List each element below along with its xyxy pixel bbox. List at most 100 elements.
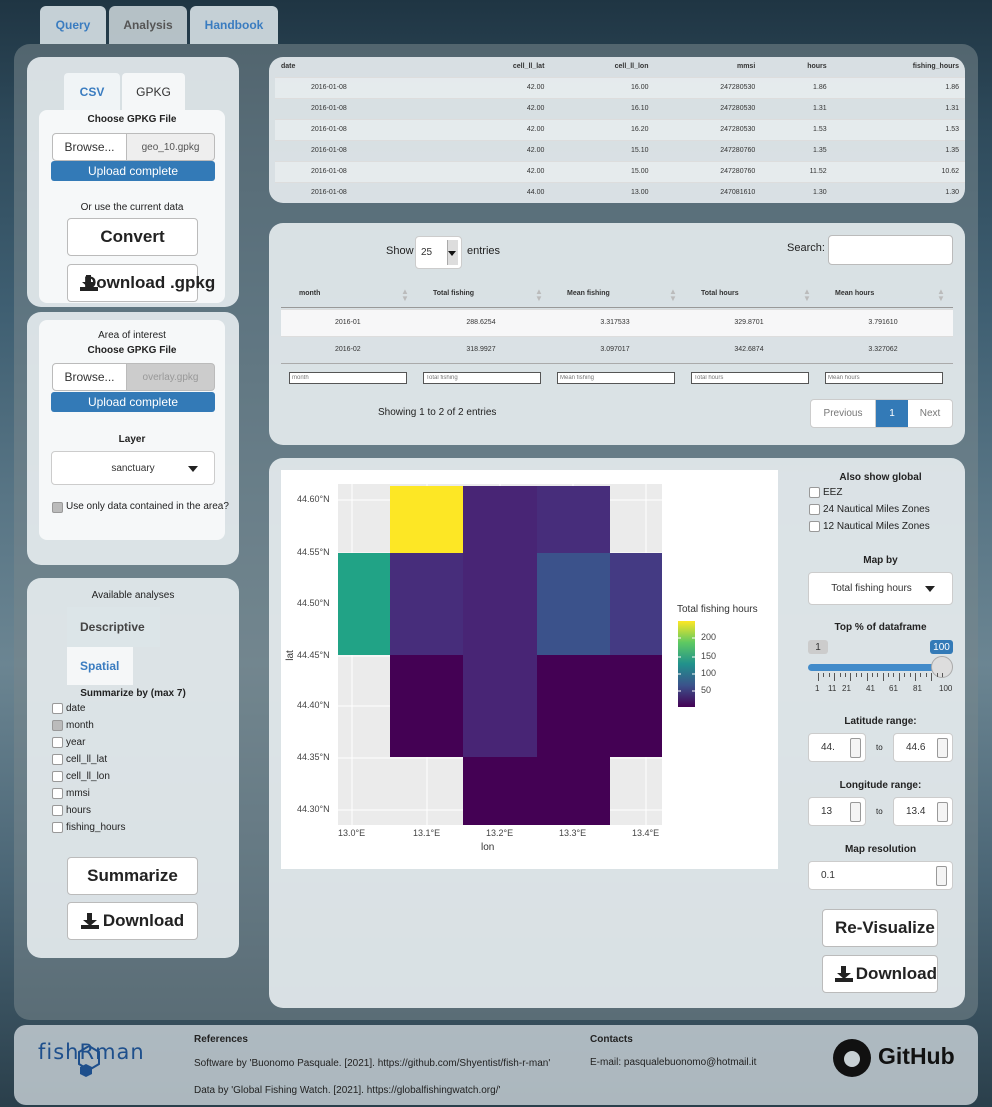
subtab-gpkg-label: GPKG <box>136 85 171 99</box>
stepper-icon[interactable] <box>936 866 947 886</box>
table-cell: 3.327062 <box>868 346 898 353</box>
global-checkbox[interactable] <box>809 487 820 498</box>
map-cell <box>390 486 463 553</box>
lat-to-input[interactable]: 44.6 <box>893 733 953 762</box>
table-cell: 2016-01-08 <box>311 126 347 133</box>
lon-to-input[interactable]: 13.4 <box>893 797 953 826</box>
legend-title: Total fishing hours <box>677 604 758 615</box>
column-filter-input[interactable] <box>691 372 809 384</box>
github-icon[interactable] <box>833 1039 871 1077</box>
y-tick-label: 44.50°N <box>297 598 330 608</box>
revisualize-button[interactable]: Re-Visualize <box>822 909 938 947</box>
download-icon <box>835 966 853 982</box>
lon-from-input[interactable]: 13 <box>808 797 866 826</box>
left-download-button[interactable]: Download <box>67 902 198 940</box>
only-area-checkbox[interactable] <box>52 502 63 513</box>
column-filter-input[interactable] <box>289 372 407 384</box>
download-gpkg-button[interactable]: Download .gpkg <box>67 264 215 302</box>
summarize-button[interactable]: Summarize <box>67 857 198 895</box>
area-file-field[interactable]: overlay.gpkg <box>127 363 215 391</box>
sort-column-header[interactable]: Mean hours <box>835 290 874 297</box>
layer-select[interactable]: sanctuary <box>51 451 215 485</box>
stepper-icon[interactable] <box>850 738 861 758</box>
subtab-csv[interactable]: CSV <box>64 73 120 111</box>
entries-select[interactable]: 25 <box>415 236 462 269</box>
slider-tick <box>844 673 846 677</box>
slider-tick-label: 1 <box>815 684 820 693</box>
y-axis-title: lat <box>284 650 296 661</box>
table-cell: 16.10 <box>630 105 649 112</box>
field-checkbox[interactable] <box>52 822 63 833</box>
slider-tick <box>855 673 857 677</box>
slider-tick-label: 41 <box>866 684 875 693</box>
sort-column-header[interactable]: Total fishing <box>433 290 474 297</box>
stepper-icon[interactable] <box>850 802 861 822</box>
table-cell: 1.31 <box>813 105 827 112</box>
tab-handbook[interactable]: Handbook <box>190 6 278 44</box>
global-checkbox[interactable] <box>809 504 820 515</box>
x-axis-title: lon <box>481 842 495 853</box>
sort-column-header[interactable]: Mean fishing <box>567 290 610 297</box>
field-label: fishing_hours <box>66 822 126 833</box>
field-checkbox[interactable] <box>52 720 63 731</box>
sort-column-header[interactable]: month <box>299 290 320 297</box>
global-checkbox[interactable] <box>809 521 820 532</box>
slider-tick <box>888 673 890 677</box>
column-filter-input[interactable] <box>825 372 943 384</box>
lat-from-input[interactable]: 44. <box>808 733 866 762</box>
prev-button[interactable]: Previous <box>811 400 876 427</box>
prev-label: Previous <box>823 408 863 419</box>
field-checkbox[interactable] <box>52 737 63 748</box>
field-checkbox[interactable] <box>52 805 63 816</box>
map-cell <box>463 655 537 757</box>
search-label: Search: <box>787 242 825 254</box>
field-label: date <box>66 703 86 714</box>
convert-button[interactable]: Convert <box>67 218 198 256</box>
file-name-field[interactable]: geo_10.gpkg <box>127 133 215 161</box>
table-row: 2016-01 288.6254 3.317533 329.8701 3.791610 <box>281 309 953 336</box>
only-area-label: Use only data contained in the area? <box>66 501 229 512</box>
resolution-input[interactable]: 0.1 <box>808 861 953 890</box>
map-cell <box>463 553 537 655</box>
show-label: Show <box>386 245 414 257</box>
area-browse-button[interactable]: Browse... <box>52 363 127 391</box>
table-row: 2016-02 318.9927 3.097017 342.6874 3.327062 <box>281 336 953 363</box>
next-button[interactable]: Next <box>908 400 952 427</box>
tab-spatial[interactable]: Spatial <box>67 647 133 685</box>
y-tick-label: 44.30°N <box>297 804 330 814</box>
y-tick-label: 44.60°N <box>297 494 330 504</box>
field-checkbox[interactable] <box>52 754 63 765</box>
map-download-button[interactable]: Download <box>822 955 938 993</box>
field-checkbox[interactable] <box>52 771 63 782</box>
sort-column-header[interactable]: Total hours <box>701 290 739 297</box>
slider-tick <box>942 673 943 677</box>
map-by-select[interactable]: Total fishing hours <box>808 572 953 605</box>
table-row: 2016-01-08 42.00 16.20 247280530 1.53 1.53 <box>275 119 965 140</box>
table-cell: 1.30 <box>945 189 959 197</box>
slider-tick-label: 11 <box>828 684 837 693</box>
slider-tick <box>909 673 911 677</box>
field-checkbox[interactable] <box>52 703 63 714</box>
table-cell: 1.53 <box>813 126 827 133</box>
search-input[interactable] <box>828 235 953 265</box>
table-cell: 2016-01-08 <box>311 105 347 112</box>
tab-query[interactable]: Query <box>40 6 106 44</box>
slider-tick <box>850 673 852 681</box>
table-cell: 247081610 <box>720 189 756 197</box>
lon-to-label: to <box>876 807 883 816</box>
slider-track[interactable] <box>808 664 942 671</box>
column-filter-input[interactable] <box>423 372 541 384</box>
github-link[interactable]: GitHub <box>878 1043 955 1070</box>
col-fishing: fishing_hours <box>912 63 959 71</box>
page-1-button[interactable]: 1 <box>876 400 908 427</box>
field-checkbox[interactable] <box>52 788 63 799</box>
lon-range-label: Longitude range: <box>839 780 922 791</box>
subtab-gpkg[interactable]: GPKG <box>122 73 185 111</box>
stepper-icon[interactable] <box>937 802 948 822</box>
column-filter-input[interactable] <box>557 372 675 384</box>
tab-analysis[interactable]: Analysis <box>109 6 187 44</box>
browse-button[interactable]: Browse... <box>52 133 127 161</box>
stepper-icon[interactable] <box>937 738 948 758</box>
tab-descriptive[interactable]: Descriptive <box>67 607 160 647</box>
upload-progress-bar: Upload complete <box>51 161 215 181</box>
